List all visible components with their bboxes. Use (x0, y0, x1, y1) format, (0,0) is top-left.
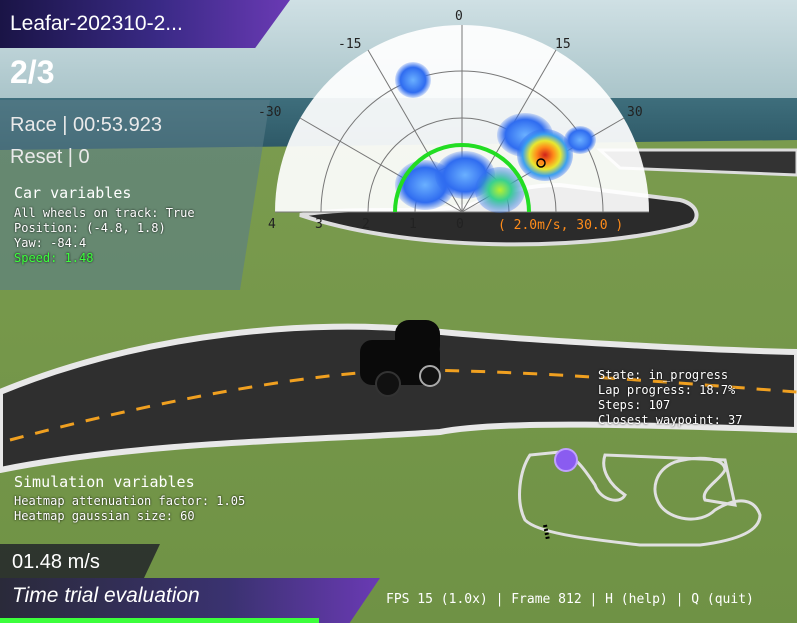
state: State: in_progress (598, 368, 729, 382)
angle-tick: -15 (338, 37, 361, 52)
speed-readout: 01.48 m/s (12, 551, 100, 573)
heatmap-attenuation: Heatmap attenuation factor: 1.05 (14, 494, 246, 508)
race-timer: Race | 00:53.923 (10, 114, 162, 136)
speed-tick: 3 (315, 217, 323, 232)
angle-tick: 0 (455, 9, 463, 24)
car-position: Position: (-4.8, 1.8) (14, 221, 166, 235)
status-bar: FPS 15 (1.0x) | Frame 812 | H (help) | Q… (386, 592, 754, 607)
wheels-on-track: All wheels on track: True (14, 206, 195, 220)
closest-waypoint: Closest waypoint: 37 (598, 413, 743, 427)
car-variables-title: Car variables (14, 184, 132, 202)
state-info: State: in_progress Lap progress: 18.7% S… (598, 368, 743, 428)
heatmap-marker-label: ( 2.0m/s, 30.0 ) (498, 218, 623, 233)
car-speed: Speed: 1.48 (14, 251, 94, 265)
angle-tick: 30 (627, 105, 643, 120)
speed-tick: 4 (268, 217, 276, 232)
angle-tick: -30 (258, 105, 281, 120)
simulation-variables: Heatmap attenuation factor: 1.05 Heatmap… (14, 494, 245, 524)
lap-progress-bar (0, 618, 319, 623)
heatmap-gaussian-size: Heatmap gaussian size: 60 (14, 509, 195, 523)
evaluation-mode: Time trial evaluation (12, 584, 200, 607)
speed-tick: 1 (409, 217, 417, 232)
lap-progress: Lap progress: 18.7% (598, 383, 736, 397)
angle-tick: 15 (555, 37, 571, 52)
car-variables: All wheels on track: True Position: (-4.… (14, 206, 195, 266)
heatmap-labels: 0 -15 15 -30 30 4 3 2 1 0 ( 2.0m/s, 30.0… (258, 9, 643, 233)
model-title: Leafar-202310-2... (10, 12, 183, 35)
speed-tick: 0 (456, 217, 464, 232)
car-yaw: Yaw: -84.4 (14, 236, 87, 250)
reset-counter: Reset | 0 (10, 146, 90, 168)
speed-tick: 2 (362, 217, 370, 232)
lap-counter: 2/3 (10, 54, 55, 90)
simulation-variables-title: Simulation variables (14, 473, 195, 491)
steps: Steps: 107 (598, 398, 671, 412)
